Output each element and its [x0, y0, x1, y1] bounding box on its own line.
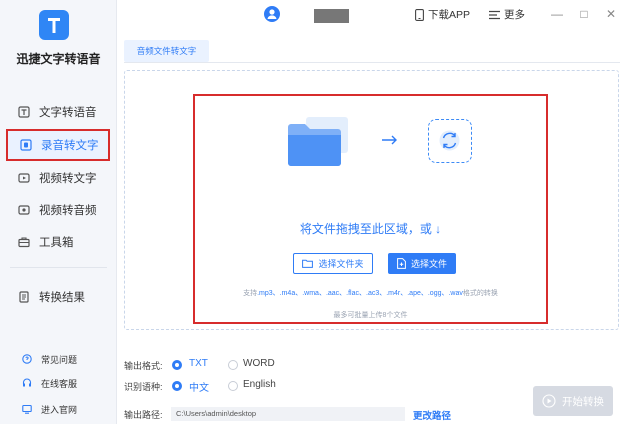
upload-limit: 最多可批量上传8个文件 [333, 312, 408, 319]
maximize-icon[interactable]: □ [577, 7, 591, 21]
more-button[interactable]: 更多 [489, 7, 525, 22]
sidebar-item-video-to-text[interactable]: 视频转文字 [6, 163, 110, 193]
sidebar-item-text-to-speech[interactable]: 文字转语音 [6, 97, 110, 127]
change-path-link[interactable]: 更改路径 [413, 408, 451, 422]
language-label: 识别语种: [124, 382, 163, 392]
formats-list: .mp3、.m4a、.wma、.aac、.flac、.ac3、.m4r、.ape… [257, 290, 463, 297]
play-icon [542, 394, 556, 408]
sidebar-item-label: 转换结果 [39, 292, 85, 304]
top-bar: 下载APP 更多 — □ ✕ [117, 0, 620, 32]
sidebar-item-recording-to-text[interactable]: 录音转文字 [6, 129, 110, 161]
formats-prefix: 支持 [243, 290, 258, 297]
choose-folder-label: 选择文件夹 [318, 259, 364, 269]
result-icon [19, 291, 29, 303]
website-label: 进入官网 [41, 404, 78, 415]
website-link[interactable]: 进入官网 [22, 401, 77, 417]
sidebar-item-video-to-audio[interactable]: 视频转音频 [6, 195, 110, 225]
choose-file-button[interactable]: 选择文件 [388, 253, 456, 274]
sidebar-item-label: 录音转文字 [41, 140, 99, 152]
folder-outline-icon [302, 259, 314, 268]
language-chinese-label[interactable]: 中文 [189, 379, 209, 394]
drag-hint: 将文件拖拽至此区域，或 ↓ [299, 222, 442, 236]
phone-icon [415, 8, 424, 21]
output-path-field[interactable]: C:\Users\admin\desktop [171, 407, 405, 421]
output-format-label: 输出格式: [124, 361, 163, 371]
website-icon [22, 404, 32, 414]
add-file-icon [397, 258, 406, 269]
close-icon[interactable]: ✕ [604, 7, 618, 21]
start-convert-label: 开始转换 [562, 395, 604, 408]
convert-icon [439, 130, 460, 151]
download-app-label: 下载APP [428, 9, 471, 21]
download-app-button[interactable]: 下载APP [415, 7, 470, 22]
sidebar: 迅捷文字转语音 文字转语音 录音转文字 视频转文字 视频转音频 工具箱 转换结果… [0, 0, 117, 424]
text-to-speech-icon [18, 106, 30, 118]
app-title: 迅捷文字转语音 [16, 52, 101, 66]
question-icon [22, 354, 32, 364]
sidebar-item-toolbox[interactable]: 工具箱 [6, 227, 110, 257]
faq-link[interactable]: 常见问题 [22, 351, 77, 367]
format-txt-radio[interactable] [172, 360, 182, 370]
sidebar-item-results[interactable]: 转换结果 [6, 282, 110, 312]
folder-icon [288, 117, 348, 166]
more-label: 更多 [504, 9, 525, 21]
formats-suffix: 格式的转换 [462, 290, 498, 297]
format-word-radio[interactable] [228, 360, 238, 370]
headset-icon [22, 378, 32, 387]
username-redacted [314, 9, 349, 23]
tab-audio-to-text[interactable]: 音频文件转文字 [124, 40, 209, 62]
output-path-label: 输出路径: [124, 410, 163, 420]
menu-icon [489, 10, 500, 19]
sidebar-item-label: 工具箱 [39, 237, 74, 249]
start-convert-button[interactable]: 开始转换 [533, 386, 613, 416]
recording-icon [20, 139, 32, 151]
toolbox-icon [18, 237, 30, 248]
sidebar-item-label: 视频转音频 [39, 205, 97, 217]
language-chinese-radio[interactable] [172, 381, 182, 391]
minimize-icon[interactable]: — [550, 7, 564, 21]
arrow-right-icon [382, 135, 397, 145]
supported-formats: 支持.mp3、.m4a、.wma、.aac、.flac、.ac3、.m4r、.a… [193, 288, 548, 298]
video-icon [18, 173, 30, 183]
sidebar-item-label: 视频转文字 [39, 173, 97, 185]
format-txt-label[interactable]: TXT [189, 358, 208, 369]
sidebar-item-label: 文字转语音 [39, 107, 97, 119]
online-support-link[interactable]: 在线客服 [22, 375, 77, 391]
sidebar-divider [10, 267, 107, 268]
faq-label: 常见问题 [41, 354, 78, 365]
online-support-label: 在线客服 [41, 378, 78, 389]
app-logo-icon [39, 10, 69, 40]
format-word-label[interactable]: WORD [243, 358, 275, 369]
avatar[interactable] [264, 6, 280, 22]
convert-target-box [428, 119, 472, 163]
choose-folder-button[interactable]: 选择文件夹 [293, 253, 373, 274]
video-audio-icon [18, 205, 30, 215]
language-english-label[interactable]: English [243, 379, 276, 390]
language-english-radio[interactable] [228, 381, 238, 391]
choose-file-label: 选择文件 [410, 259, 447, 269]
tab-divider [124, 62, 620, 63]
